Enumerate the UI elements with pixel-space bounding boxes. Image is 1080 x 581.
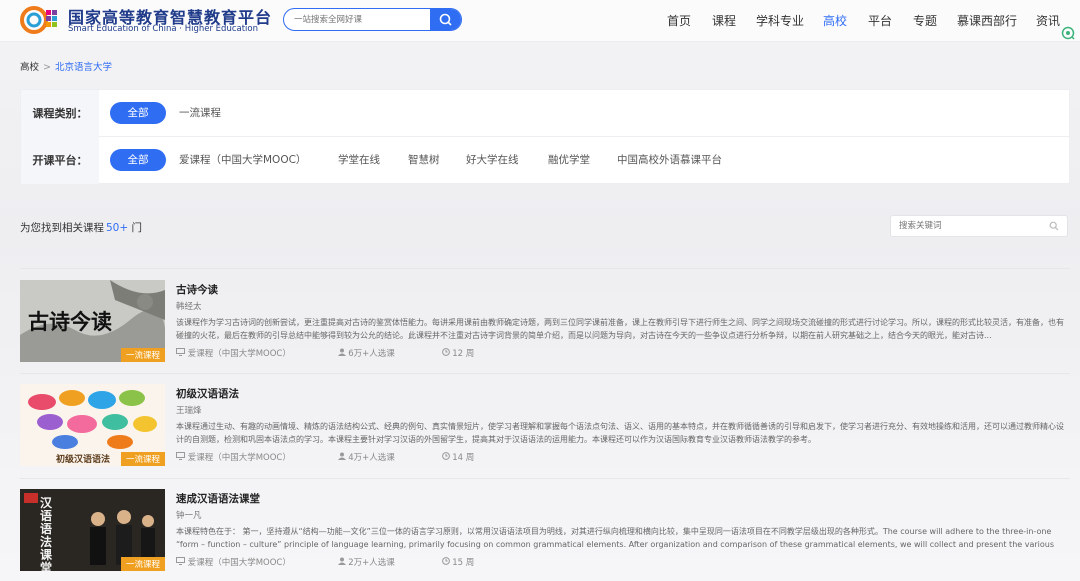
course-teacher[interactable]: 韩经太 xyxy=(176,300,202,312)
course-cover-text: 汉语语法课堂 xyxy=(40,496,53,572)
filter-platform-all[interactable]: 全部 xyxy=(110,149,166,171)
clock-icon xyxy=(441,452,450,460)
course-students-label: 2万+人选课 xyxy=(348,558,395,568)
search-icon xyxy=(439,13,452,26)
course-thumbnail[interactable]: 汉语语法课堂 一流课程 xyxy=(20,489,165,571)
result-count: 为您找到相关课程 50+ 门 xyxy=(20,220,142,235)
filter-row-platform: 开课平台： 全部 爱课程（中国大学MOOC） 学堂在线 智慧树 好大学在线 融优… xyxy=(21,137,1069,184)
result-suffix: 门 xyxy=(131,222,143,234)
course-teacher[interactable]: 王瑞烽 xyxy=(176,404,202,416)
course-title[interactable]: 速成汉语语法课堂 xyxy=(176,491,260,506)
filter-category-all[interactable]: 全部 xyxy=(110,102,166,124)
search-icon[interactable] xyxy=(1049,221,1059,231)
nav-home[interactable]: 首页 xyxy=(667,12,691,29)
filter-panel: 课程类别： 全部 一流课程 开课平台： 全部 爱课程（中国大学MOOC） 学堂在… xyxy=(20,89,1070,184)
course-item[interactable]: 古诗今读 一流课程 古诗今读 韩经太 该课程作为学习古诗词的创新尝试，更注重提高… xyxy=(20,280,1070,376)
nav-disciplines[interactable]: 学科专业 xyxy=(756,12,804,29)
course-platform: 爱课程（中国大学MOOC） xyxy=(176,348,316,359)
nav-topics[interactable]: 专题 xyxy=(913,12,937,29)
course-title[interactable]: 初级汉语语法 xyxy=(176,386,239,401)
breadcrumb-separator: > xyxy=(43,62,51,73)
course-students: 4万+人选课 xyxy=(337,452,420,463)
breadcrumb: 高校 > 北京语言大学 xyxy=(20,59,112,73)
logo-title-en[interactable]: Smart Education of China · Higher Educat… xyxy=(68,24,258,34)
course-cover-text: 初级汉语语法 xyxy=(56,455,111,465)
course-students-label: 4万+人选课 xyxy=(348,453,395,463)
nav-mooc-west[interactable]: 慕课西部行 xyxy=(957,12,1017,29)
result-number: 50+ xyxy=(106,222,129,234)
nav-platforms[interactable]: 平台 xyxy=(868,12,892,29)
filter-category-label: 课程类别： xyxy=(21,90,99,137)
first-class-badge: 一流课程 xyxy=(120,452,165,466)
course-students: 6万+人选课 xyxy=(337,348,420,359)
course-platform-label: 爱课程（中国大学MOOC） xyxy=(187,349,291,359)
filter-platform-label: 开课平台： xyxy=(21,137,99,184)
course-meta: 爱课程（中国大学MOOC） 6万+人选课 12 周 xyxy=(176,347,518,359)
course-platform: 爱课程（中国大学MOOC） xyxy=(176,452,316,463)
assistant-icon[interactable] xyxy=(1060,26,1076,42)
course-title[interactable]: 古诗今读 xyxy=(176,282,218,297)
filter-platform-foreign-language[interactable]: 中国高校外语慕课平台 xyxy=(617,149,722,171)
filter-platform-icourse[interactable]: 爱课程（中国大学MOOC） xyxy=(179,149,306,171)
course-thumbnail[interactable]: 初级汉语语法 一流课程 xyxy=(20,384,165,466)
course-platform-label: 爱课程（中国大学MOOC） xyxy=(187,453,291,463)
first-class-badge: 一流课程 xyxy=(120,557,165,571)
course-duration: 15 周 xyxy=(441,557,497,568)
course-cover-text: 古诗今读 xyxy=(28,309,112,334)
course-meta: 爱课程（中国大学MOOC） 4万+人选课 14 周 xyxy=(176,451,518,463)
course-description: 本课程特色在于： 第一，坚持遵从“结构—功能—文化”三位一体的语言学习原则，以常… xyxy=(176,527,1055,549)
user-icon xyxy=(337,557,346,565)
course-duration: 14 周 xyxy=(441,452,497,463)
global-search-box xyxy=(283,8,462,31)
global-search-input[interactable] xyxy=(284,9,432,30)
course-item[interactable]: 汉语语法课堂 一流课程 速成汉语语法课堂 钟一凡 本课程特色在于： 第一，坚持遵… xyxy=(20,489,1070,581)
course-item[interactable]: 初级汉语语法 一流课程 初级汉语语法 王瑞烽 本课程通过生动、有趣的动画情境、精… xyxy=(20,384,1070,480)
top-header: 国家高等教育智慧教育平台 Smart Education of China · … xyxy=(0,0,1080,42)
nav-universities[interactable]: 高校 xyxy=(823,12,847,29)
course-platform: 爱课程（中国大学MOOC） xyxy=(176,557,316,568)
course-duration-label: 15 周 xyxy=(452,558,475,568)
user-icon xyxy=(337,348,346,356)
nav-courses[interactable]: 课程 xyxy=(712,12,736,29)
result-prefix: 为您找到相关课程 xyxy=(20,222,104,234)
course-meta: 爱课程（中国大学MOOC） 2万+人选课 15 周 xyxy=(176,556,518,568)
course-students: 2万+人选课 xyxy=(337,557,420,568)
user-icon xyxy=(337,452,346,460)
course-platform-label: 爱课程（中国大学MOOC） xyxy=(187,558,291,568)
filter-category-first-class[interactable]: 一流课程 xyxy=(179,102,221,124)
course-divider xyxy=(20,478,1070,479)
filter-row-category: 课程类别： 全部 一流课程 xyxy=(21,90,1069,137)
clock-icon xyxy=(441,348,450,356)
keyword-search-box xyxy=(890,215,1068,237)
first-class-badge: 一流课程 xyxy=(120,348,165,362)
breadcrumb-root[interactable]: 高校 xyxy=(20,62,39,73)
nav-news[interactable]: 资讯 xyxy=(1036,12,1060,29)
course-students-label: 6万+人选课 xyxy=(348,349,395,359)
breadcrumb-current[interactable]: 北京语言大学 xyxy=(55,62,112,73)
clock-icon xyxy=(441,557,450,565)
platform-logo-icon[interactable] xyxy=(20,4,60,36)
course-duration-label: 12 周 xyxy=(452,349,475,359)
course-divider xyxy=(20,373,1070,374)
list-divider xyxy=(20,268,1070,269)
filter-platform-ulearning[interactable]: 融优学堂 xyxy=(548,149,590,171)
keyword-search-input[interactable] xyxy=(891,216,1041,236)
course-description: 该课程作为学习古诗词的创新尝试，更注重提高对古诗的鉴赏体悟能力。每讲采用课前由教… xyxy=(176,318,1064,340)
course-thumbnail[interactable]: 古诗今读 一流课程 xyxy=(20,280,165,362)
course-teacher[interactable]: 钟一凡 xyxy=(176,509,202,521)
course-description: 本课程通过生动、有趣的动画情境、精炼的语法结构公式、经典的例句、真实情景短片，使… xyxy=(176,422,1064,444)
monitor-icon xyxy=(176,557,185,565)
global-search-button[interactable] xyxy=(430,9,461,30)
filter-platform-xuetangx[interactable]: 学堂在线 xyxy=(338,149,380,171)
filter-platform-zhihuishu[interactable]: 智慧树 xyxy=(408,149,440,171)
monitor-icon xyxy=(176,348,185,356)
course-duration-label: 14 周 xyxy=(452,453,475,463)
monitor-icon xyxy=(176,452,185,460)
course-duration: 12 周 xyxy=(441,348,497,359)
filter-platform-cnmooc[interactable]: 好大学在线 xyxy=(466,149,519,171)
